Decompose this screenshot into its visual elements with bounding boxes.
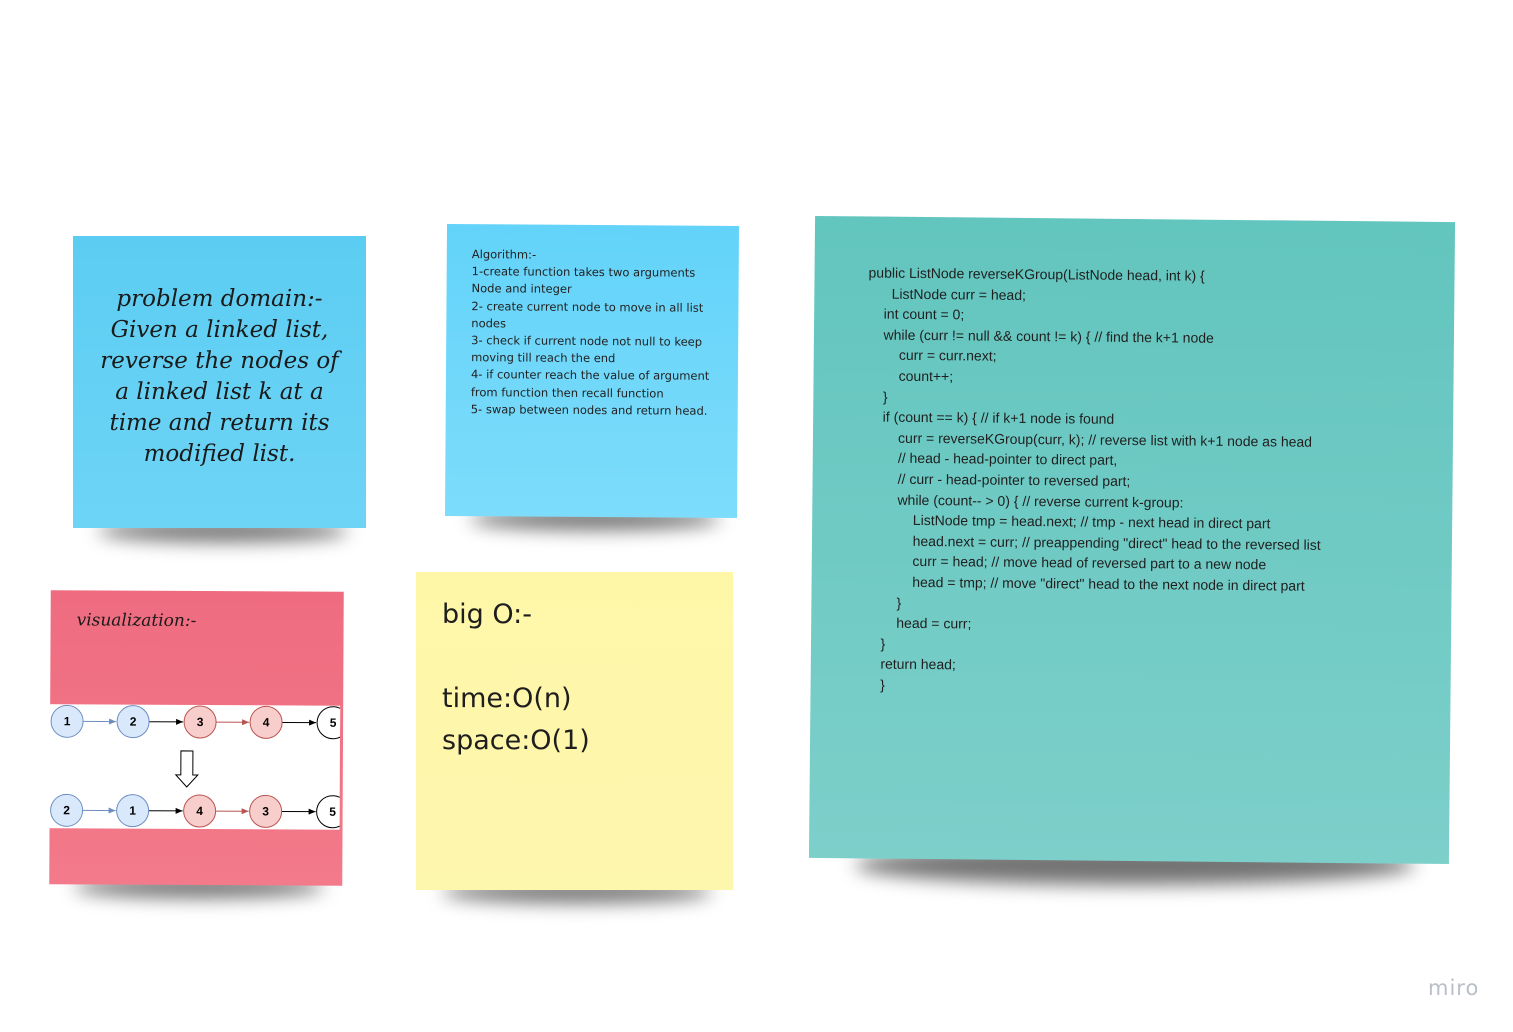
big-o-space: space:O(1) — [442, 725, 590, 756]
list-node-label: 2 — [130, 715, 137, 729]
code-text: public ListNode reverseKGroup(ListNode h… — [864, 264, 1321, 693]
list-node-label: 2 — [63, 803, 70, 817]
linked-list-diagram-svg: 1 2 3 4 5 2 1 4 3 5 — [50, 704, 350, 829]
list-node-label: 5 — [329, 805, 336, 819]
transform-down-arrow-icon — [174, 750, 199, 788]
algorithm-sticky-note[interactable]: Algorithm:- 1-create function takes two … — [444, 223, 740, 519]
code-sticky-note[interactable]: public ListNode reverseKGroup(ListNode h… — [808, 215, 1456, 865]
list-node-label: 3 — [262, 804, 269, 818]
list-node-label: 5 — [330, 716, 337, 730]
miro-logo: miro — [1428, 976, 1480, 1000]
list-node-label: 1 — [64, 714, 71, 728]
visualization-sticky-note[interactable]: visualization:- 1 2 3 4 5 2 1 4 3 5 — [37, 590, 350, 886]
big-o-sticky-note[interactable]: big O:- time:O(n) space:O(1) — [416, 572, 733, 890]
list-node — [316, 706, 350, 740]
visualization-title: visualization:- — [76, 610, 197, 631]
linked-list-diagram: 1 2 3 4 5 2 1 4 3 5 — [37, 704, 350, 830]
problem-domain-sticky-note[interactable]: problem domain:- Given a linked list, re… — [73, 236, 366, 528]
list-node-label: 4 — [196, 804, 203, 818]
linked-list-before: 1 2 3 4 5 — [50, 704, 350, 740]
problem-domain-text: problem domain:- Given a linked list, re… — [100, 286, 339, 467]
algorithm-text: Algorithm:- 1-create function takes two … — [470, 247, 710, 418]
big-o-title: big O:- — [442, 599, 532, 630]
big-o-time: time:O(n) — [442, 683, 572, 714]
list-node-label: 4 — [263, 715, 270, 729]
list-node-label: 1 — [129, 804, 136, 818]
list-node-label: 3 — [197, 715, 204, 729]
linked-list-after: 2 1 4 3 5 — [50, 793, 350, 829]
big-o-spacer — [442, 636, 707, 678]
